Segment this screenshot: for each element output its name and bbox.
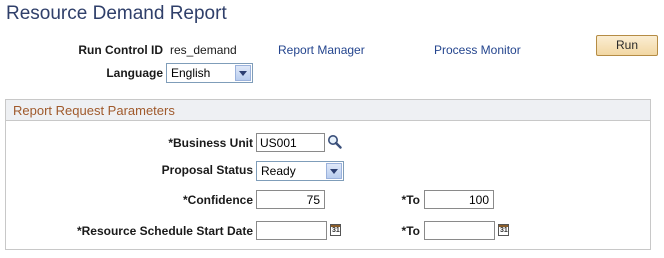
confidence-from-input[interactable]: 75 [256,190,325,209]
confidence-from-value: 75 [306,193,320,207]
magnifier-icon[interactable] [327,134,342,149]
chevron-down-icon [235,65,251,81]
calendar-icon[interactable] [330,224,341,236]
run-control-value: res_demand [170,43,237,57]
language-select-value: English [171,66,211,80]
run-control-label: Run Control ID [78,43,163,57]
calendar-icon[interactable] [498,224,509,236]
start-date-from-input[interactable] [256,221,327,240]
report-manager-link[interactable]: Report Manager [278,43,365,57]
confidence-to-value: 100 [468,193,489,207]
start-date-to-input[interactable] [424,221,495,240]
proposal-status-select[interactable]: Ready [256,161,344,181]
chevron-down-icon [326,163,342,179]
business-unit-label: *Business Unit [168,136,253,150]
proposal-status-value: Ready [261,164,296,178]
language-select[interactable]: English [166,63,253,83]
confidence-to-input[interactable]: 100 [424,190,494,209]
start-date-to-label: *To [401,224,420,238]
report-parameters-title: Report Request Parameters [13,103,175,118]
start-date-label: *Resource Schedule Start Date [76,224,253,238]
confidence-label: *Confidence [182,193,253,207]
business-unit-input[interactable]: US001 [256,133,325,152]
page-title: Resource Demand Report [6,3,227,24]
business-unit-value: US001 [260,136,297,150]
run-button[interactable]: Run [596,35,658,56]
process-monitor-link[interactable]: Process Monitor [434,43,521,57]
confidence-to-label: *To [401,193,420,207]
language-label: Language [106,66,163,80]
proposal-status-label: Proposal Status [161,163,253,177]
